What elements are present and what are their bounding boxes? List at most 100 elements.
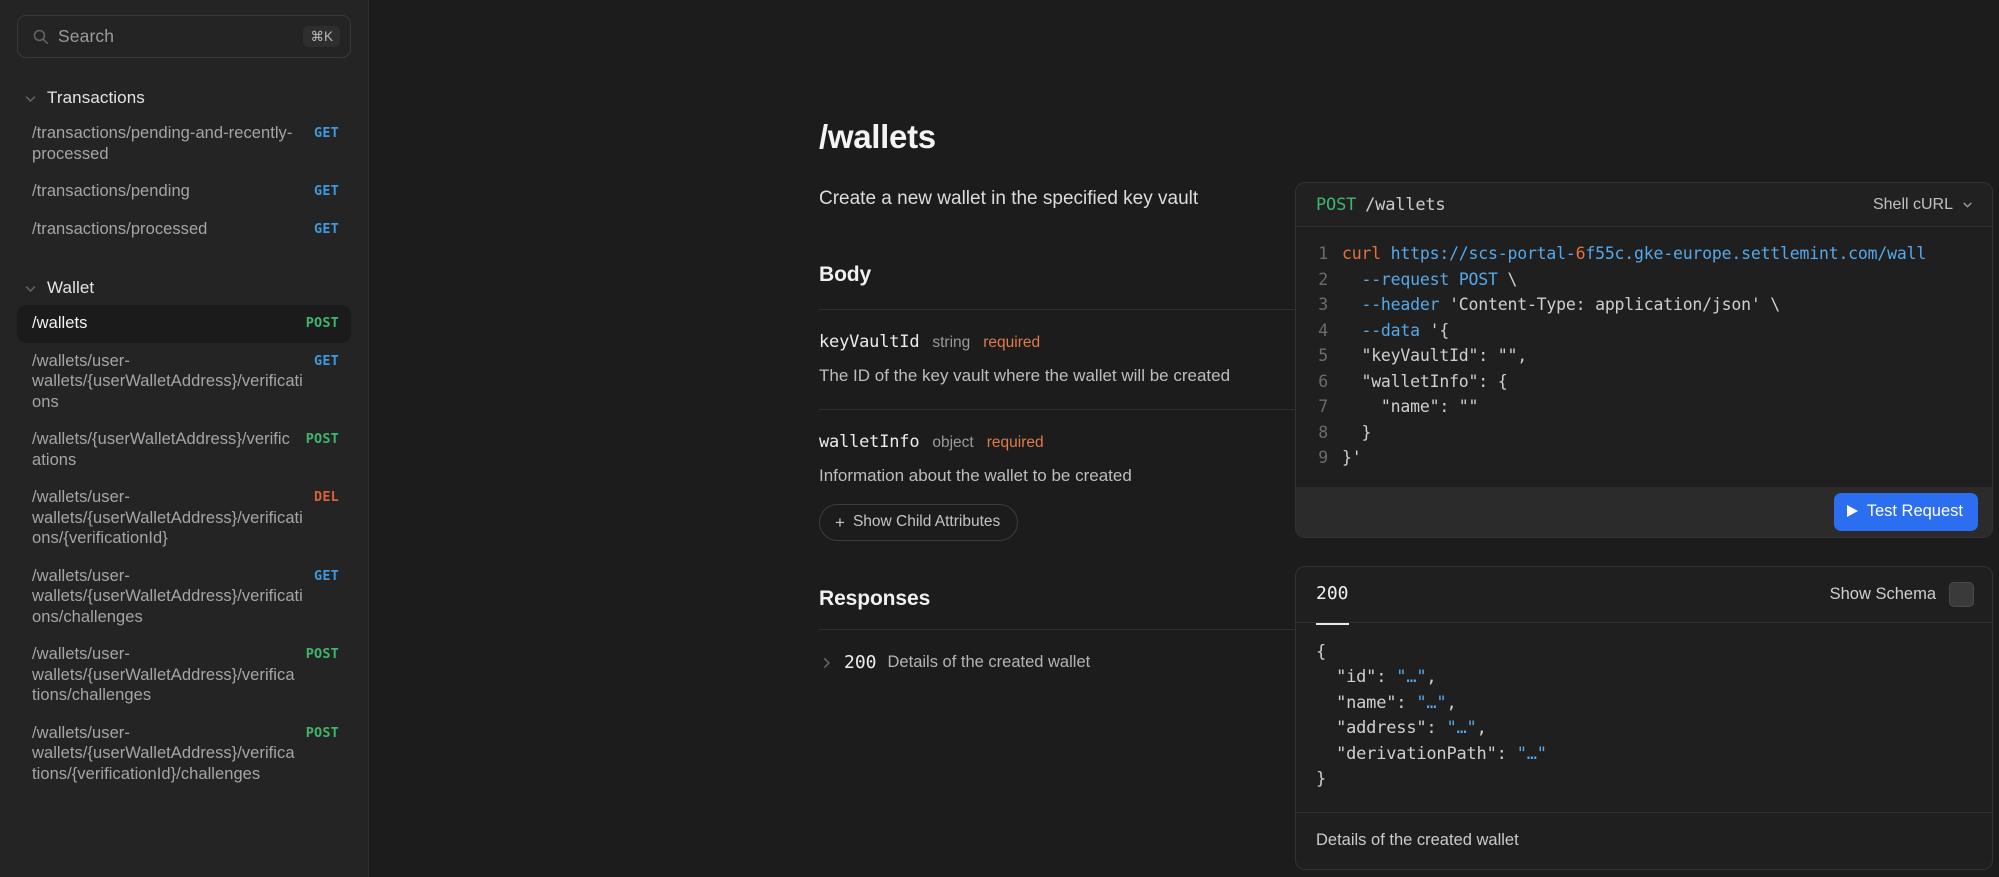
show-child-attributes-button[interactable]: + Show Child Attributes: [819, 504, 1019, 541]
show-schema-switch[interactable]: [1949, 581, 1974, 607]
code-line: 3 --header 'Content-Type: application/js…: [1296, 292, 1992, 318]
request-card: POST/wallets Shell cURL 1 curl https://sc…: [1295, 182, 1993, 538]
request-method: POST: [1316, 194, 1357, 215]
request-code-block[interactable]: 1 curl https://scs-portal-6f55c.gke-europ…: [1296, 227, 1992, 487]
search-input[interactable]: Search ⌘K: [17, 15, 351, 58]
json-line: "id": "…",: [1296, 665, 1992, 691]
code-token: --request: [1361, 269, 1459, 289]
code-token: 6: [1575, 244, 1586, 263]
code-line: 7 "name": "": [1296, 394, 1992, 420]
sidebar-item-del-1-3[interactable]: /wallets/user-wallets/{userWalletAddress…: [17, 479, 351, 558]
sidebar-item-get-0-2[interactable]: /transactions/processed GET: [17, 211, 351, 249]
code-token: --header: [1361, 295, 1450, 314]
request-card-footer: Test Request: [1296, 486, 1992, 537]
sidebar-item-post-1-6[interactable]: /wallets/user-wallets/{userWalletAddress…: [17, 715, 351, 794]
attribute-type: string: [932, 334, 971, 351]
code-token: curl: [1342, 244, 1391, 263]
line-number: 9: [1318, 448, 1328, 467]
sidebar: Search ⌘K Transactions/transactions/pend…: [0, 0, 369, 877]
response-json-block: { "id": "…", "name": "…", "address": "…"…: [1296, 622, 1992, 812]
sidebar-item-label: /transactions/pending: [32, 182, 190, 200]
code-token: '{: [1429, 320, 1450, 340]
search-shortcut-badge: ⌘K: [303, 25, 340, 48]
sidebar-item-post-1-2[interactable]: /wallets/{userWalletAddress}/verificatio…: [17, 421, 351, 479]
sidebar-group-wallet[interactable]: Wallet: [17, 278, 351, 298]
code-text: --header 'Content-Type: application/json…: [1342, 292, 1780, 318]
chevron-right-icon: [823, 657, 830, 668]
json-line: {: [1296, 640, 1992, 666]
sidebar-item-label: /wallets/{userWalletAddress}/verificatio…: [32, 430, 290, 469]
code-line: 4 --data '{: [1296, 318, 1992, 344]
json-token: "name":: [1316, 692, 1417, 713]
code-line: 1 curl https://scs-portal-6f55c.gke-europ…: [1296, 241, 1992, 267]
code-token: https://scs-portal-: [1390, 244, 1576, 263]
code-token: "name": "": [1342, 397, 1479, 416]
http-method-badge: GET: [314, 352, 339, 369]
body-section-title: Body: [819, 263, 872, 286]
line-number: 6: [1318, 371, 1328, 391]
sidebar-group-transactions[interactable]: Transactions: [17, 88, 351, 108]
attribute-type: object: [932, 434, 974, 451]
code-token: }: [1342, 422, 1372, 442]
response-status-code: 200: [844, 652, 877, 673]
code-text: }: [1342, 420, 1371, 446]
sidebar-item-label: /wallets/user-wallets/{userWalletAddress…: [32, 723, 295, 783]
show-schema-toggle[interactable]: Show Schema: [1829, 581, 1974, 607]
chevron-down-icon: [1963, 202, 1972, 208]
sidebar-item-get-0-0[interactable]: /transactions/pending-and-recently-proce…: [17, 115, 351, 173]
sidebar-item-label: /wallets/user-wallets/{userWalletAddress…: [32, 351, 303, 411]
language-select[interactable]: Shell cURL: [1873, 196, 1974, 214]
sidebar-item-get-1-4[interactable]: /wallets/user-wallets/{userWalletAddress…: [17, 558, 351, 637]
json-token: "id":: [1316, 667, 1397, 687]
sidebar-item-post-1-5[interactable]: /wallets/user-wallets/{userWalletAddress…: [17, 636, 351, 715]
code-line: 8 }: [1296, 420, 1992, 446]
line-number: 3: [1318, 295, 1328, 314]
sidebar-item-post-1-0[interactable]: /wallets POST: [17, 305, 351, 343]
json-token: ,: [1446, 692, 1457, 713]
code-line: 6 "walletInfo": {: [1296, 369, 1992, 395]
code-text: }': [1342, 445, 1362, 471]
sidebar-item-get-0-1[interactable]: /transactions/pending GET: [17, 173, 351, 211]
response-card: 200 Show Schema { "id": "…", "name": "…"…: [1295, 565, 1993, 870]
sidebar-item-label: /transactions/processed: [32, 219, 208, 238]
code-token: }': [1342, 448, 1362, 467]
response-summary: Details of the created wallet: [887, 653, 1091, 671]
code-token: \: [1507, 269, 1518, 289]
code-line: 2 --request POST \: [1296, 267, 1992, 293]
show-schema-label: Show Schema: [1829, 584, 1936, 603]
code-text: --data '{: [1342, 318, 1449, 344]
json-line: "name": "…",: [1296, 691, 1992, 717]
status-tab-200[interactable]: 200: [1316, 583, 1349, 625]
sidebar-item-label: /wallets/user-wallets/{userWalletAddress…: [32, 645, 295, 704]
language-label: Shell cURL: [1872, 195, 1953, 213]
test-request-label: Test Request: [1866, 501, 1963, 520]
http-method-badge: GET: [314, 220, 339, 237]
code-text: --request POST \: [1342, 267, 1517, 293]
code-token: 'Content-Type: application/json' \: [1449, 295, 1781, 314]
code-token: --data: [1361, 320, 1430, 340]
code-text: "name": "": [1342, 394, 1479, 420]
json-line: }: [1296, 767, 1992, 793]
request-line: POST/wallets: [1316, 194, 1446, 215]
request-path: /wallets: [1365, 194, 1446, 215]
main-content: /wallets Create a new wallet in the spec…: [369, 0, 1999, 877]
line-number: 1: [1318, 244, 1328, 263]
request-response-column: POST/wallets Shell cURL 1 curl https://sc…: [1289, 0, 1999, 870]
attribute-name: keyVaultId: [819, 332, 920, 352]
code-text: "walletInfo": {: [1342, 369, 1507, 395]
play-icon: [1846, 505, 1858, 517]
line-number: 4: [1318, 320, 1328, 340]
attribute-required-badge: required: [983, 334, 1041, 351]
http-method-badge: DEL: [314, 489, 339, 505]
plus-icon: +: [835, 512, 845, 532]
sidebar-item-label: /wallets/user-wallets/{userWalletAddress…: [32, 566, 303, 626]
sidebar-item-label: /wallets: [32, 314, 88, 332]
test-request-button[interactable]: Test Request: [1833, 492, 1978, 531]
json-line: "address": "…",: [1296, 716, 1992, 742]
json-token: ,: [1476, 718, 1487, 738]
json-line: "derivationPath": "…": [1296, 742, 1992, 768]
attribute-name: walletInfo: [819, 432, 920, 452]
sidebar-item-get-1-1[interactable]: /wallets/user-wallets/{userWalletAddress…: [17, 343, 351, 422]
http-method-badge: GET: [314, 183, 339, 199]
search-icon: [33, 29, 49, 45]
